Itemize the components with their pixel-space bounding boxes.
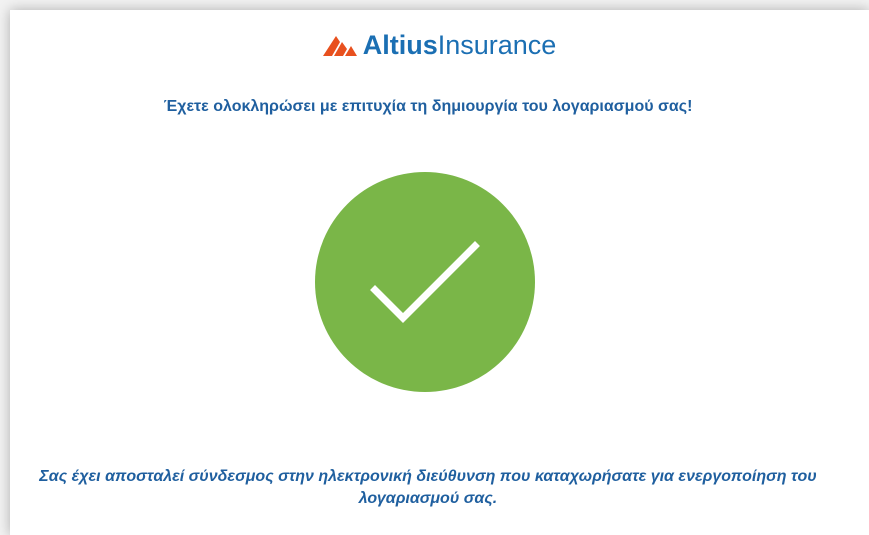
brand-name-light: Insurance — [437, 30, 557, 60]
registration-success-card: AltiusInsurance Έχετε ολοκληρώσει με επι… — [10, 10, 869, 535]
brand-logo: AltiusInsurance — [10, 28, 869, 62]
brand-name-bold: Altius — [362, 30, 438, 60]
altius-logo-icon — [322, 36, 357, 56]
success-headline: Έχετε ολοκληρώσει με επιτυχία τη δημιουρ… — [163, 98, 693, 115]
checkmark-circle-icon — [315, 172, 535, 392]
activation-message: Σας έχει αποσταλεί σύνδεσμος στην ηλεκτρ… — [39, 468, 817, 507]
